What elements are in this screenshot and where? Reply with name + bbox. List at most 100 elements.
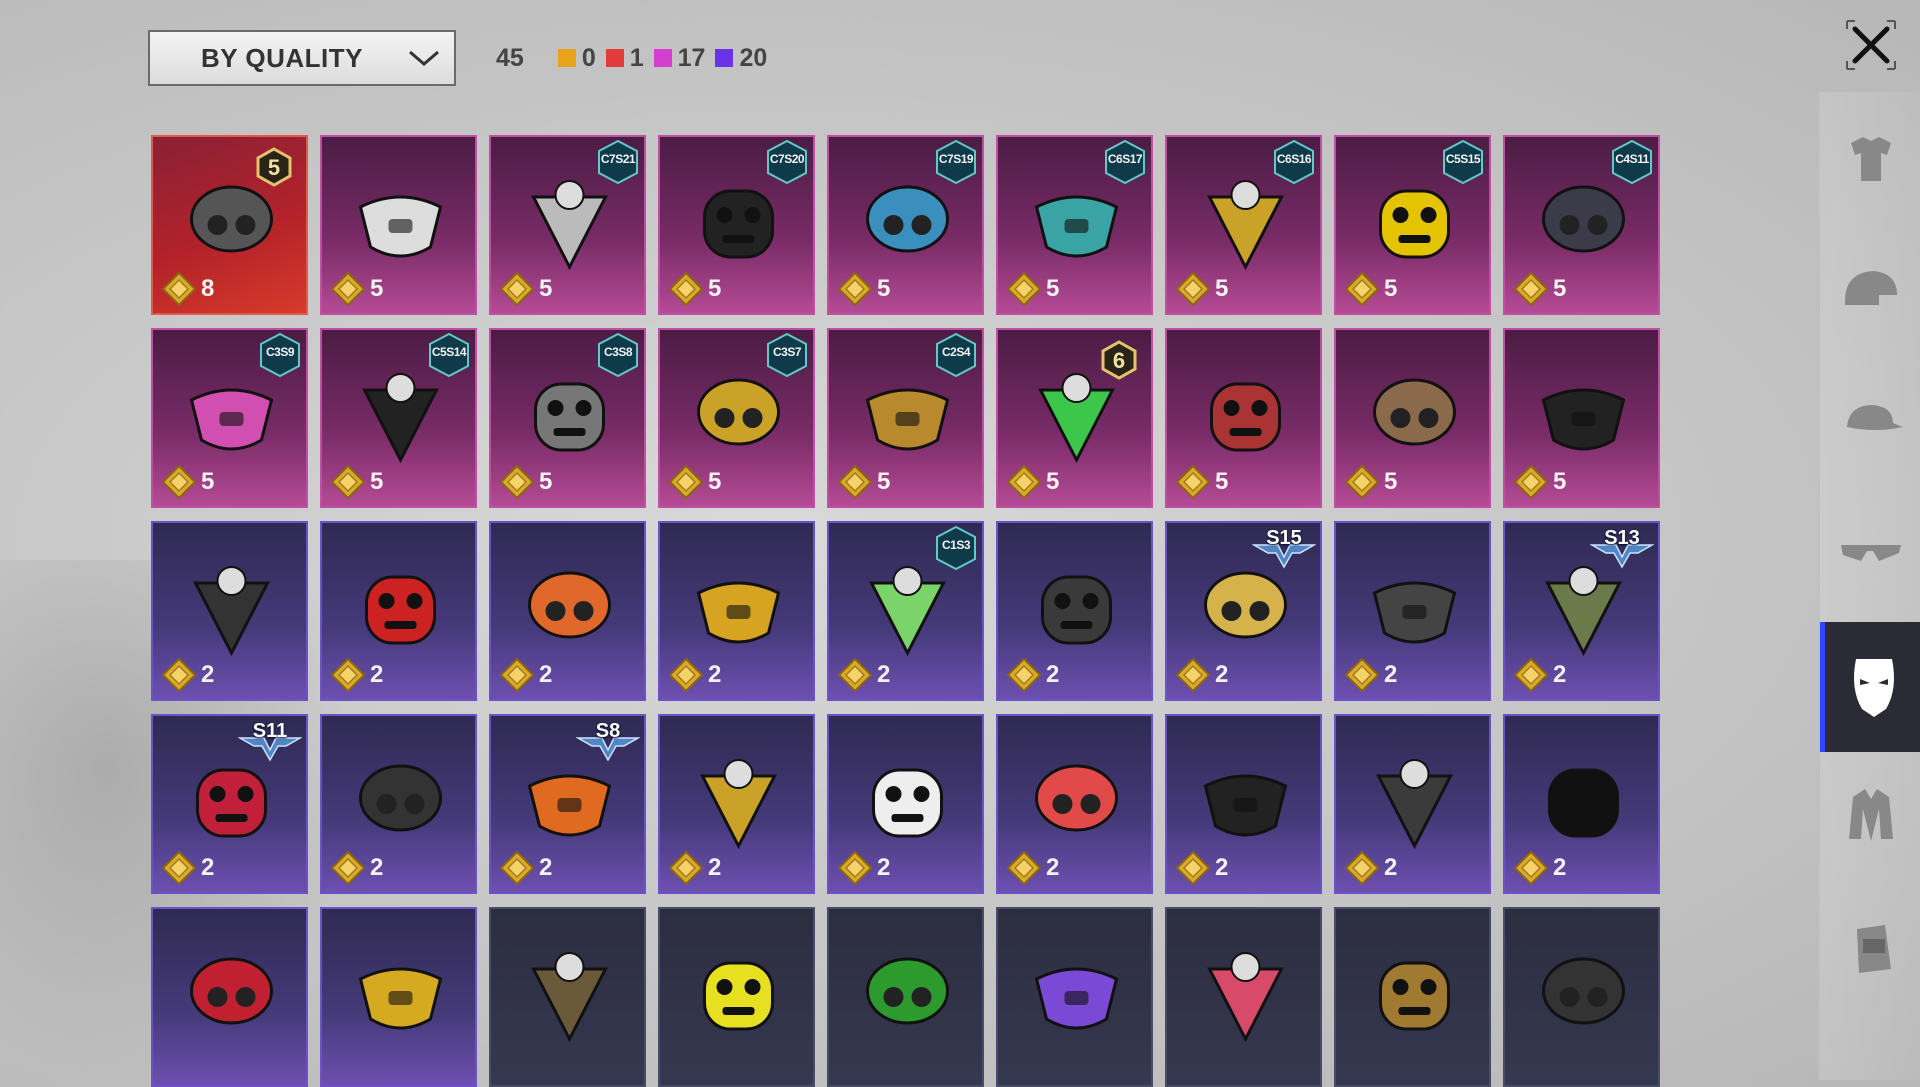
plague-beak-mask-icon — [1352, 350, 1477, 470]
price-value: 2 — [708, 661, 722, 688]
coin-icon — [161, 271, 197, 307]
item-card[interactable]: S13 2 — [1503, 521, 1660, 701]
item-card[interactable]: 2 — [996, 714, 1153, 894]
item-card[interactable]: 2 — [489, 521, 646, 701]
collection-badge-label: C2S4 — [941, 345, 971, 359]
price: 2 — [668, 657, 721, 693]
price: 5 — [499, 464, 552, 500]
item-card[interactable]: C5S14 5 — [320, 328, 477, 508]
item-card[interactable]: C4S11 5 — [1503, 135, 1660, 315]
price: 2 — [1006, 850, 1059, 886]
collection-badge-label: C6S17 — [1107, 152, 1143, 166]
price: 5 — [837, 464, 890, 500]
item-card[interactable]: 65 — [996, 328, 1153, 508]
item-card[interactable]: 2 — [320, 714, 477, 894]
sidebar-item-jacket[interactable] — [1820, 752, 1920, 882]
item-card[interactable] — [320, 907, 477, 1087]
sidebar-item-backpack[interactable] — [1820, 882, 1920, 1012]
item-card[interactable]: C3S9 5 — [151, 328, 308, 508]
price: 2 — [330, 850, 383, 886]
item-card[interactable]: 2 — [1334, 714, 1491, 894]
glasses-icon — [1835, 519, 1907, 596]
item-card[interactable] — [996, 907, 1153, 1087]
coin-icon — [1344, 850, 1380, 886]
quality-count-value: 1 — [629, 43, 644, 72]
item-card[interactable]: C7S20 5 — [658, 135, 815, 315]
price-value: 2 — [1215, 854, 1229, 881]
sidebar-item-outfit[interactable] — [1820, 102, 1920, 232]
price: 2 — [499, 850, 552, 886]
item-card[interactable]: 58 — [151, 135, 308, 315]
item-card[interactable]: C7S19 5 — [827, 135, 984, 315]
collection-badge-label: C6S16 — [1276, 152, 1312, 166]
hockey-mask-icon — [338, 736, 463, 856]
item-card[interactable]: 2 — [320, 521, 477, 701]
coin-icon — [1513, 271, 1549, 307]
sidebar-item-cap[interactable] — [1820, 362, 1920, 492]
coin-icon — [499, 850, 535, 886]
item-card[interactable]: C3S8 5 — [489, 328, 646, 508]
price: 2 — [1006, 657, 1059, 693]
item-card[interactable]: 2 — [996, 521, 1153, 701]
item-card[interactable] — [827, 907, 984, 1087]
item-card[interactable]: 2 — [658, 521, 815, 701]
chevron-down-icon — [394, 32, 454, 84]
coin-icon — [837, 850, 873, 886]
item-card[interactable]: C6S17 5 — [996, 135, 1153, 315]
price-value: 5 — [1046, 275, 1060, 302]
item-card[interactable] — [1165, 907, 1322, 1087]
season-badge-label: S13 — [1604, 527, 1640, 549]
item-card[interactable]: C5S15 5 — [1334, 135, 1491, 315]
dark-demon-mask-icon — [1183, 736, 1308, 856]
price: 5 — [1006, 464, 1059, 500]
item-card[interactable]: C7S21 5 — [489, 135, 646, 315]
sidebar-item-mask[interactable] — [1820, 622, 1920, 752]
collection-badge-label: C4S11 — [1615, 152, 1649, 166]
item-card[interactable]: 2 — [1334, 521, 1491, 701]
sidebar-item-helmet[interactable] — [1820, 232, 1920, 362]
collection-badge: C7S20 — [765, 139, 809, 185]
item-card[interactable]: C3S7 5 — [658, 328, 815, 508]
item-card[interactable]: 5 — [320, 135, 477, 315]
item-card[interactable] — [151, 907, 308, 1087]
leather-muzzle-icon — [1352, 736, 1477, 856]
coin-icon — [1513, 657, 1549, 693]
collection-badge: C4S11 — [1610, 139, 1654, 185]
price-value: 5 — [1046, 468, 1060, 495]
item-card[interactable]: 2 — [1165, 714, 1322, 894]
item-card[interactable]: S15 2 — [1165, 521, 1322, 701]
item-card[interactable]: C6S16 5 — [1165, 135, 1322, 315]
item-card[interactable]: 5 — [1503, 328, 1660, 508]
collection-badge: C3S8 — [596, 332, 640, 378]
item-card[interactable]: S8 2 — [489, 714, 646, 894]
item-card[interactable]: 2 — [827, 714, 984, 894]
item-card[interactable]: 2 — [151, 521, 308, 701]
collection-badge-label: C5S14 — [431, 345, 467, 359]
collection-badge-label: C7S21 — [600, 152, 636, 166]
item-card[interactable]: 5 — [1334, 328, 1491, 508]
item-card[interactable] — [1334, 907, 1491, 1087]
orange-goggle-strap-icon — [507, 543, 632, 663]
close-icon[interactable] — [1840, 14, 1902, 76]
item-card[interactable]: C1S3 2 — [827, 521, 984, 701]
price-value: 2 — [708, 854, 722, 881]
coin-icon — [1006, 271, 1042, 307]
coin-icon — [161, 464, 197, 500]
coin-icon — [330, 657, 366, 693]
quality-count-3: 20 — [715, 44, 767, 73]
item-card[interactable] — [489, 907, 646, 1087]
item-card[interactable] — [1503, 907, 1660, 1087]
item-card[interactable]: 2 — [1503, 714, 1660, 894]
price-value: 5 — [708, 275, 722, 302]
item-card[interactable]: 5 — [1165, 328, 1322, 508]
price-value: 5 — [1384, 275, 1398, 302]
collection-badge-label: C1S3 — [941, 538, 971, 552]
collection-badge: C7S21 — [596, 139, 640, 185]
item-card[interactable]: 2 — [658, 714, 815, 894]
item-card[interactable]: C2S4 5 — [827, 328, 984, 508]
item-card[interactable] — [658, 907, 815, 1087]
sort-dropdown[interactable]: BY QUALITY — [148, 30, 456, 86]
season-badge: S13 — [1590, 527, 1654, 571]
sidebar-item-glasses[interactable] — [1820, 492, 1920, 622]
item-card[interactable]: S11 2 — [151, 714, 308, 894]
